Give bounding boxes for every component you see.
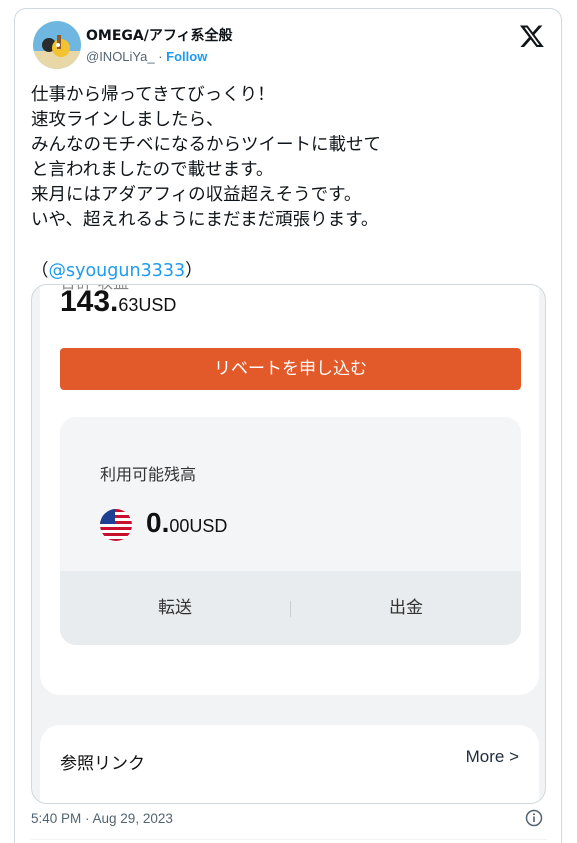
x-logo-icon[interactable] [519, 23, 545, 49]
follow-link[interactable]: Follow [166, 49, 207, 64]
tweet-timestamp[interactable]: 5:40 PM · Aug 29, 2023 [31, 811, 173, 826]
tweet-media[interactable]: 合計 収益 143.63USD リベートを申し込む 利用可能残高 [31, 284, 546, 804]
info-icon[interactable] [525, 809, 543, 827]
tweet-card: OMEGA/アフィ系全般 @INOLiYa_ · Follow 仕事から帰ってき… [14, 8, 562, 843]
referral-panel: 参照リンク More > [40, 725, 539, 803]
author-name[interactable]: OMEGA/アフィ系全般 [86, 25, 233, 45]
balance-amount-int: 0. [146, 507, 170, 538]
mention-close: ） [185, 261, 203, 281]
avatar[interactable] [33, 21, 81, 69]
withdraw-button: 出金 [389, 598, 423, 618]
divider [31, 839, 547, 840]
earnings-amount: 143.63USD [60, 285, 176, 319]
apply-rebate-button: リベートを申し込む [60, 348, 521, 390]
author-handle-row: @INOLiYa_ · Follow [86, 49, 207, 64]
mention-link[interactable]: @syougun3333 [49, 261, 186, 281]
balance-amount: 0.00USD [146, 507, 227, 539]
mention-open: （ [31, 261, 49, 281]
more-link: More > [465, 747, 519, 766]
referral-link-label: 参照リンク [60, 754, 145, 774]
available-balance-label: 利用可能残高 [100, 465, 197, 484]
earnings-amount-int: 143. [60, 285, 119, 318]
balance-box: 利用可能残高 0.00USD 転送 出金 [60, 417, 521, 645]
balance-actions: 転送 出金 [60, 571, 521, 645]
mention-line: （@syougun3333） [31, 257, 203, 282]
author-handle[interactable]: @INOLiYa_ [86, 49, 155, 64]
tweet-text: 仕事から帰ってきてびっくり！ 速攻ラインしましたら、 みんなのモチベになるからツ… [31, 85, 381, 230]
earnings-amount-dec: 63USD [118, 295, 177, 315]
balance-amount-dec: 00USD [169, 516, 228, 536]
us-flag-icon [100, 509, 132, 541]
transfer-button: 転送 [158, 598, 192, 618]
earnings-panel: 合計 収益 143.63USD リベートを申し込む 利用可能残高 [40, 285, 539, 695]
separator: · [154, 49, 167, 64]
